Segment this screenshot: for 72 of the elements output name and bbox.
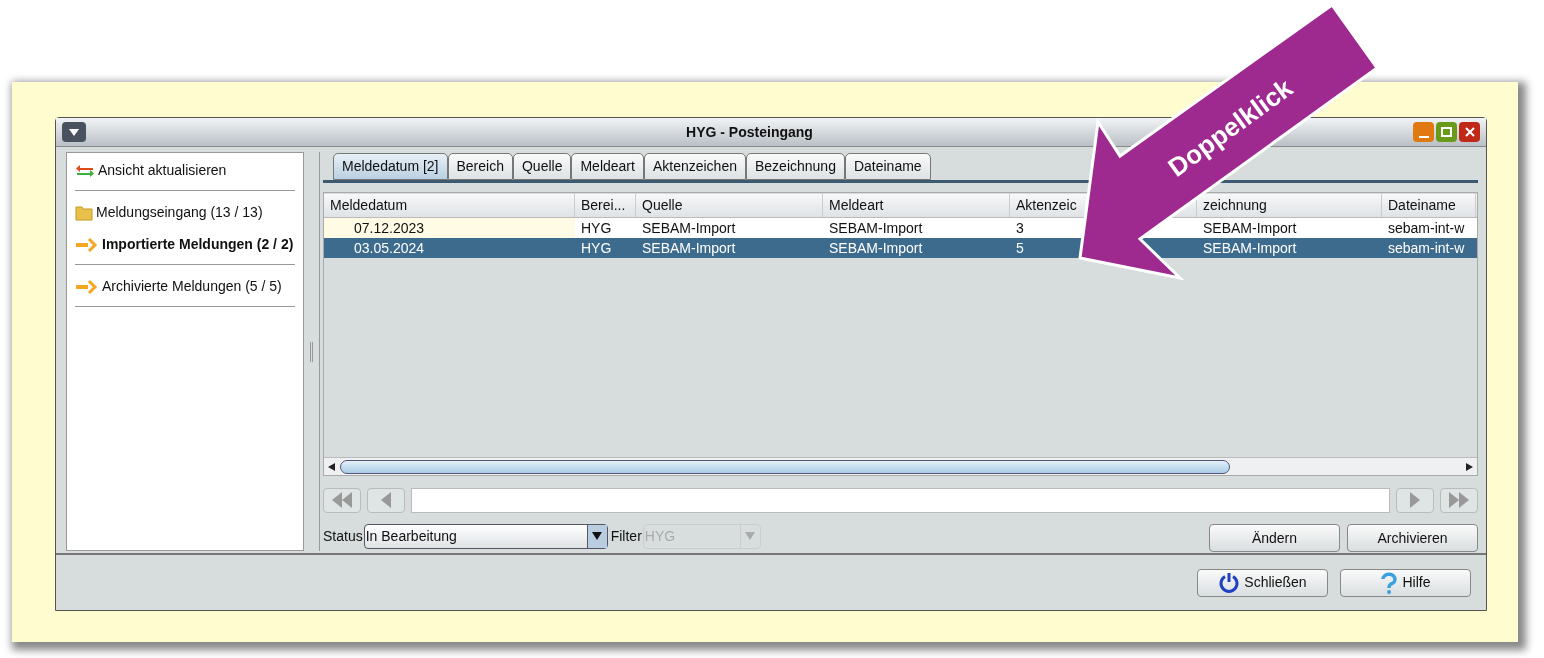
swap-arrows-icon bbox=[75, 162, 95, 179]
maximize-button[interactable] bbox=[1436, 122, 1457, 142]
table-cell-text: 03.05.2024 bbox=[353, 238, 426, 258]
table-cell-text: sebam-int-w bbox=[1387, 238, 1466, 258]
previous-page-button[interactable] bbox=[367, 487, 405, 513]
table-row[interactable]: 07.12.2023 HYG SEBAM-Import SEBAM-Import 3 SEBAM-Import sebam-int-w bbox=[324, 218, 1477, 238]
table-cell-text: SEBAM-Import bbox=[641, 218, 737, 238]
column-header[interactable]: Meldeart bbox=[829, 195, 884, 216]
arrow-right-icon bbox=[75, 236, 99, 253]
column-header[interactable]: Dateiname bbox=[1388, 195, 1456, 216]
column-header[interactable]: Aktenzeic bbox=[1016, 195, 1077, 216]
table-cell-text: sebam-int-w bbox=[1387, 218, 1466, 238]
sidebar-item[interactable]: Archivierte Meldungen (5 / 5) bbox=[75, 275, 295, 297]
folder-icon bbox=[75, 204, 93, 221]
tab[interactable]: Aktenzeichen bbox=[643, 153, 746, 180]
double-left-icon bbox=[331, 491, 353, 509]
sidebar-item-label: Meldungseingang (13 / 13) bbox=[96, 203, 263, 222]
arrow-right-icon bbox=[75, 278, 99, 295]
table-cell-text: SEBAM-Import bbox=[828, 238, 924, 258]
right-triangle-icon bbox=[1409, 491, 1421, 509]
sidebar-item[interactable]: Ansicht aktualisieren bbox=[75, 159, 295, 181]
table-cell-text: SEBAM-Import bbox=[828, 218, 924, 238]
sidebar-item-label: Archivierte Meldungen (5 / 5) bbox=[102, 277, 282, 296]
table-cell-text: 3 bbox=[1015, 218, 1025, 238]
maximize-icon bbox=[1441, 127, 1452, 137]
sidebar-item[interactable]: Meldungseingang (13 / 13) bbox=[75, 201, 295, 223]
status-label: Status bbox=[323, 526, 363, 546]
table-cell-text: SEBAM-Import bbox=[641, 238, 737, 258]
minimize-button[interactable] bbox=[1413, 122, 1434, 142]
action-button[interactable]: Archivieren bbox=[1347, 524, 1478, 552]
tab[interactable]: Bereich bbox=[447, 153, 513, 180]
next-page-button[interactable] bbox=[1396, 487, 1434, 513]
help-icon bbox=[1380, 571, 1399, 594]
table-cell-text: SEBAM-Import bbox=[1202, 238, 1298, 258]
double-right-icon bbox=[1448, 491, 1470, 509]
minimize-icon bbox=[1418, 136, 1429, 138]
table-cell-text: SEBAM-Import bbox=[1202, 218, 1298, 238]
action-button[interactable]: Ändern bbox=[1209, 524, 1340, 552]
caret-down-icon bbox=[745, 532, 756, 540]
status-dropdown[interactable]: In Bearbeitung bbox=[363, 523, 608, 549]
horizontal-scrollbar[interactable] bbox=[324, 457, 1477, 475]
footer-button[interactable]: Schließen bbox=[1197, 568, 1328, 597]
left-triangle-icon bbox=[380, 491, 392, 509]
tab[interactable]: Bezeichnung bbox=[745, 153, 845, 180]
last-page-button[interactable] bbox=[1440, 487, 1478, 513]
window-menu-button[interactable] bbox=[62, 122, 86, 142]
table-cell-text: 5 bbox=[1015, 238, 1025, 258]
tab[interactable]: Quelle bbox=[512, 153, 572, 180]
footer-button[interactable]: Hilfe bbox=[1340, 568, 1471, 597]
table-cell-text: HYG bbox=[580, 218, 613, 238]
table-cell: 07.12.2023 bbox=[324, 218, 575, 238]
close-icon bbox=[1464, 127, 1475, 137]
caret-down-icon bbox=[592, 532, 603, 540]
column-header[interactable]: zeichnung bbox=[1203, 195, 1267, 216]
column-header[interactable]: Quelle bbox=[642, 195, 683, 216]
tab[interactable]: Dateiname bbox=[844, 153, 931, 180]
column-header[interactable]: Meldedatum bbox=[330, 195, 408, 216]
first-page-button[interactable] bbox=[323, 487, 361, 513]
column-header[interactable]: Berei... bbox=[581, 195, 626, 216]
page-input-field[interactable] bbox=[411, 487, 1390, 513]
scrollbar-thumb[interactable] bbox=[340, 459, 1230, 474]
tab[interactable]: Meldeart bbox=[571, 153, 644, 180]
sidebar-item[interactable]: Importierte Meldungen (2 / 2) bbox=[75, 233, 295, 255]
tab[interactable]: Meldedatum [2] bbox=[333, 153, 448, 180]
caret-down-icon bbox=[69, 128, 79, 136]
sidebar-item-label: Importierte Meldungen (2 / 2) bbox=[102, 235, 294, 254]
close-button[interactable] bbox=[1459, 122, 1480, 142]
filter-label: Filter bbox=[610, 526, 642, 546]
table-row[interactable]: 03.05.2024 HYG SEBAM-Import SEBAM-Import 5 SEBAM-Import sebam-int-w bbox=[324, 238, 1477, 258]
table-cell-text: HYG bbox=[580, 238, 613, 258]
power-icon bbox=[1218, 571, 1241, 594]
sidebar-item-label: Ansicht aktualisieren bbox=[98, 161, 227, 180]
